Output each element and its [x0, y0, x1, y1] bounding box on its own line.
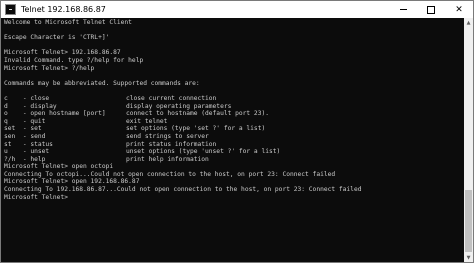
title-bar[interactable]: Telnet 192.168.86.87 ✕ — [1, 1, 473, 18]
console-line: Escape Character is 'CTRL+]' — [4, 34, 110, 42]
command-row: u - unset unset options (type 'unset ?' f… — [4, 148, 464, 156]
scroll-down-arrow-icon[interactable]: ▼ — [464, 253, 473, 262]
console-app-icon — [5, 4, 16, 15]
close-button[interactable]: ✕ — [445, 1, 473, 18]
command-desc: print help information — [126, 155, 209, 163]
console-prompt[interactable]: Microsoft Telnet> — [4, 194, 464, 202]
command-desc: unset options (type 'unset ?' for a list… — [126, 148, 281, 156]
command-name: q - quit — [4, 117, 46, 125]
command-desc: send strings to server — [126, 132, 209, 140]
command-desc: set options (type 'set ?' for a list) — [126, 125, 266, 133]
close-icon: ✕ — [455, 4, 463, 15]
maximize-button[interactable] — [417, 1, 445, 18]
command-row: c - close close current connection — [4, 95, 464, 103]
command-name: d - display — [4, 102, 57, 110]
command-row: o - open hostname [port] connect to hostn… — [4, 110, 464, 118]
command-desc: close current connection — [126, 94, 217, 102]
command-row: st - status print status information — [4, 141, 464, 149]
console-line: Commands may be abbreviated. Supported c… — [4, 79, 200, 87]
command-desc: print status information — [126, 140, 217, 148]
command-desc: connect to hostname (default port 23). — [126, 110, 269, 118]
command-name: o - open hostname [port] — [4, 110, 106, 118]
console-line: Microsoft Telnet> open octopi — [4, 163, 114, 171]
command-row: sen - send send strings to server — [4, 133, 464, 141]
maximize-icon — [427, 5, 435, 14]
command-row: ?/h - help print help information — [4, 156, 464, 164]
console-line: Welcome to Microsoft Telnet Client — [4, 19, 132, 26]
command-row: d - display display operating parameters — [4, 103, 464, 111]
vertical-scrollbar[interactable]: ▲ ▼ — [464, 18, 473, 262]
command-row: set - set set options (type 'set ?' for a… — [4, 125, 464, 133]
scroll-up-arrow-icon[interactable]: ▲ — [464, 18, 473, 27]
command-desc: display operating parameters — [126, 102, 232, 110]
command-name: sen - send — [4, 132, 46, 140]
command-row: q - quit exit telnet — [4, 118, 464, 126]
minimize-icon — [399, 9, 407, 10]
console-line: Connecting To 192.168.86.87...Could not … — [4, 186, 362, 194]
console-line: Microsoft Telnet> open 192.168.86.87 — [4, 178, 140, 186]
command-name: st - status — [4, 140, 53, 148]
telnet-window: Telnet 192.168.86.87 ✕ Welcome to Micros… — [0, 0, 474, 263]
minimize-button[interactable] — [389, 1, 417, 18]
command-name: c - close — [4, 94, 50, 102]
command-name: u - unset — [4, 148, 50, 156]
command-list: c - close close current connection d - di… — [4, 95, 464, 163]
command-name: set - set — [4, 125, 42, 133]
console-line: Connecting To octopi...Could not open co… — [4, 170, 336, 178]
intro-lines: Welcome to Microsoft Telnet Client Escap… — [4, 19, 464, 95]
command-name: ?/h - help — [4, 155, 46, 163]
session-lines: Microsoft Telnet> open octopi Connecting… — [4, 163, 464, 201]
scrollbar-thumb[interactable] — [465, 190, 472, 252]
command-desc: exit telnet — [126, 117, 168, 125]
console-output[interactable]: Welcome to Microsoft Telnet Client Escap… — [1, 18, 464, 262]
window-title: Telnet 192.168.86.87 — [21, 5, 106, 14]
console-line: Microsoft Telnet> ?/help — [4, 64, 95, 72]
console-line: Invalid Command. type ?/help for help — [4, 56, 144, 64]
console-line: Microsoft Telnet> 192.168.86.87 — [4, 49, 121, 57]
